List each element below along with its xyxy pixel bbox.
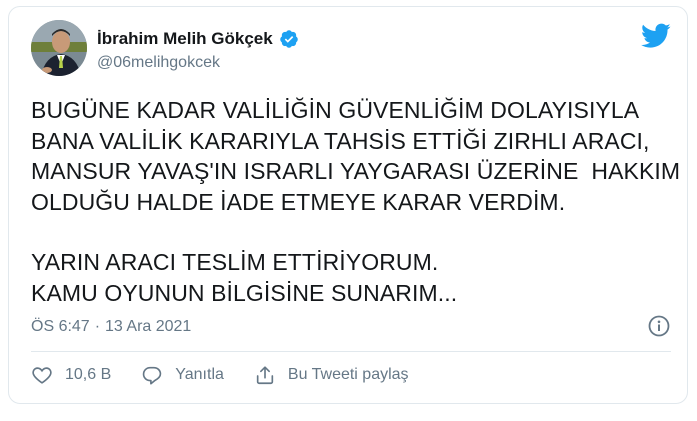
reply-label: Yanıtla [175,366,224,383]
info-icon[interactable] [647,314,671,338]
twitter-bird-icon[interactable] [641,23,671,49]
reply-bubble-icon [143,366,162,385]
share-button[interactable]: Bu Tweeti paylaş [254,364,409,386]
tweet-text: BUGÜNE KADAR VALİLİĞİN GÜVENLİĞİM DOLAYI… [31,95,681,308]
heart-icon [32,367,52,384]
tweet-time[interactable]: ÖS 6:47 [31,318,90,336]
tweet-timestamp[interactable]: ÖS 6:47 · 13 Ara 2021 [31,318,191,336]
like-button[interactable]: 10,6 B [31,364,111,386]
author-handle[interactable]: @06melihgokcek [97,54,220,72]
tweet-card: İbrahim Melih Gökçek @06melihgokcek BUGÜ… [8,6,688,404]
tweet-line: BUGÜNE KADAR VALİLİĞİN GÜVENLİĞİM DOLAYI… [31,97,640,123]
tweet-line: YARIN ARACI TESLİM ETTİRİYORUM. [31,249,439,275]
share-label: Bu Tweeti paylaş [287,366,409,383]
avatar[interactable] [31,20,87,76]
tweet-line: BANA VALİLİK KARARIYLA TAHSİS ETTİĞİ ZIR… [31,127,650,154]
tweet-actions: 10,6 B Yanıtla Bu Tweeti paylaş [31,364,439,386]
meta-separator: · [94,318,101,335]
tweet-date[interactable]: 13 Ara 2021 [105,318,191,336]
tweet-line: KAMU OYUNUN BİLGİSİNE SUNARIM... [31,279,458,306]
reply-button[interactable]: Yanıtla [141,364,224,386]
tweet-line: OLDUĞU HALDE İADE ETMEYE KARAR VERDİM. [31,188,566,215]
author-display-name[interactable]: İbrahim Melih Gökçek [97,29,273,49]
tweet-line: MANSUR YAVAŞ'IN ISRARLI YAYGARASI ÜZERİN… [31,158,681,184]
verified-badge-icon [279,29,299,49]
divider [31,351,671,352]
like-count: 10,6 B [65,366,112,383]
share-icon [256,366,274,385]
